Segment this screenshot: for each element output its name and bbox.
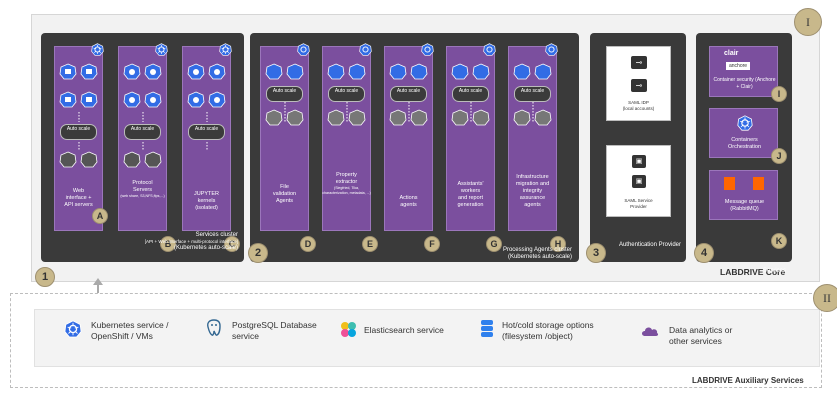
badge-2: 2 [248,243,268,263]
aux-item-kubernetes: Kubernetes service / OpenShift / VMs [91,320,169,341]
aux-roman-badge: II [813,284,837,312]
column-label-file-validation: File validation Agents [272,184,297,204]
badge-a: A [92,208,108,224]
badge-d: D [300,236,316,252]
pod-icons-jupyter [187,63,226,150]
aux-label: LABDRIVE Auxiliary Services [692,376,804,385]
kubernetes-icon [359,43,372,56]
autoscale-pill: Auto scale [60,124,97,140]
elasticsearch-icon [341,322,356,337]
kubernetes-icon [155,43,168,56]
key-icon: ⊸ [631,56,647,69]
column-label-assistants: Assistants' workers and report generatio… [457,181,484,208]
saml-sp-box: ▣ ▣ SAML Service Provider [606,145,671,217]
postgresql-icon [207,319,221,336]
column-label-web: Web interface + API servers [64,188,93,208]
containers-orchestration-box: Containers Orchestration [709,108,778,158]
anchore-logo: anchore [726,62,751,70]
autoscale-pill: Auto scale [390,86,427,102]
saml-sp-label: SAML Service Provider [624,198,653,209]
autoscale-pill: Auto scale [452,86,489,102]
container-security-label: Container security (Anchore + Clair) [713,77,776,90]
badge-1: 1 [35,267,55,287]
column-label-infrastructure: Infrastructure migration and integrity a… [515,174,550,208]
kubernetes-icon [421,43,434,56]
cloud-icon [642,327,659,336]
badge-e: E [362,236,378,252]
lock-icon: ▣ [632,175,646,188]
autoscale-pill: Auto scale [188,124,225,140]
container-security-box: clair anchore Container security (Anchor… [709,46,778,97]
badge-3: 3 [586,243,606,263]
rabbitmq-icon [724,177,735,190]
autoscale-pill: Auto scale [328,86,365,102]
autoscale-pill: Auto scale [124,124,161,140]
autoscale-pill: Auto scale [514,86,551,102]
kubernetes-icon [483,43,496,56]
badge-k: K [771,233,787,249]
auth-cluster-title: Authentication Provider [618,242,681,248]
autoscale-pill: Auto scale [266,86,303,102]
column-label-actions: Actions agents [399,195,418,208]
badge-f: F [424,236,440,252]
orchestration-label: Containers Orchestration [727,137,761,150]
column-label-jupyter: JUPYTER kernels (isolated) [193,191,220,211]
pod-icons-web [59,63,98,168]
aux-item-storage: Hot/cold storage options (filesystem /ob… [502,320,594,341]
kubernetes-icon [91,43,104,56]
aux-item-elasticsearch: Elasticsearch service [364,325,444,335]
aux-item-postgresql: PostgreSQL Database service [232,320,317,341]
message-queue-label: Message queue (RabbitMQ) [724,199,765,212]
saml-idp-label: SAML IDP (local accounts) [622,100,655,111]
kubernetes-icon [64,320,82,338]
kubernetes-icon [219,43,232,56]
badge-j: J [771,148,787,164]
badge-4: 4 [694,243,714,263]
services-cluster-title: Services cluster [API + Web interface + … [144,232,238,251]
key-icon: ⊸ [631,79,647,92]
rabbitmq-icon [753,177,764,190]
clair-logo: clair [724,50,739,57]
kubernetes-icon [545,43,558,56]
core-roman-badge: I [794,8,822,36]
kubernetes-icon [297,43,310,56]
aux-item-analytics: Data analytics or other services [669,325,733,346]
processing-cluster-title: Processing Agents cluster (Kubernetes au… [502,247,572,260]
lock-icon: ▣ [632,155,646,168]
saml-idp-box: ⊸ ⊸ SAML IDP (local accounts) [606,46,671,121]
storage-icon [481,320,493,337]
column-label-property-extractor: Property extractor (Siegfried, Tika, cha… [322,172,371,195]
badge-i: I [771,86,787,102]
message-queue-box: Message queue (RabbitMQ) [709,170,778,220]
column-label-protocol: Protocol Servers (web share, S3,NFS,ftps… [120,180,165,198]
pod-icons-protocol [123,63,162,168]
kubernetes-icon [737,115,753,131]
services-box-title: Services [762,268,786,274]
